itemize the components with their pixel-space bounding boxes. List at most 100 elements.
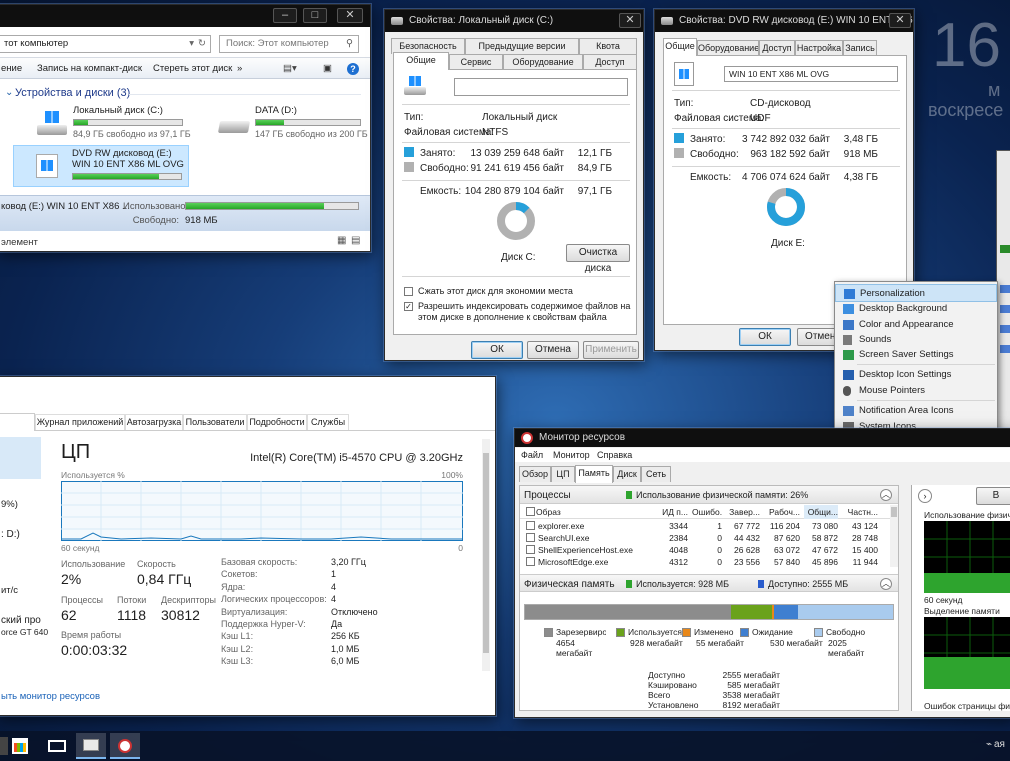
tiles-view-icon[interactable]: ▤ [351, 235, 360, 246]
tab-hardware[interactable]: Оборудование [697, 40, 759, 56]
tm-scrollbar[interactable] [482, 439, 490, 671]
ok-button[interactable]: ОК [739, 328, 791, 346]
group-chevron-icon[interactable]: ⌄ [5, 87, 13, 98]
tab-users[interactable]: Пользователи [183, 414, 247, 430]
table-row[interactable]: ShellExperienceHost.exe 4048 0 26 628 63 072… [520, 544, 890, 556]
dvd-big-icon [674, 62, 694, 86]
speaker-icon [843, 335, 852, 345]
compress-checkbox[interactable] [404, 287, 413, 296]
collapse-chevron-icon[interactable]: ︿ [880, 489, 892, 501]
tab-overview[interactable]: Обзор [519, 466, 551, 482]
row-checkbox[interactable] [526, 557, 535, 566]
volume-name-input[interactable] [454, 78, 628, 96]
memory-segment [525, 605, 732, 619]
refresh-icon[interactable]: ↻ [198, 36, 206, 52]
help-icon[interactable]: ? [347, 63, 359, 75]
apply-button[interactable]: Применить [583, 341, 639, 359]
maximize-button[interactable]: □ [303, 8, 327, 23]
tab-memory[interactable]: Память [575, 465, 613, 483]
store-icon[interactable] [12, 738, 28, 754]
taskbar-item-partial[interactable] [0, 737, 8, 755]
cleanup-button[interactable]: Очистка диска [566, 244, 630, 274]
capacity-bytes: 104 280 879 104 байт [464, 186, 564, 197]
details-view-icon[interactable]: ▦ [337, 235, 346, 246]
tab-performance[interactable] [0, 413, 35, 431]
cmd-more[interactable]: » [237, 58, 242, 80]
network-icon[interactable]: ⌁ [986, 739, 992, 750]
table-row[interactable]: SearchUI.exe 2384 0 44 432 87 620 58 872 28 74… [520, 532, 890, 544]
tab-customize[interactable]: Настройка [795, 40, 843, 56]
row-checkbox[interactable] [526, 521, 535, 530]
properties-e-title: Свойства: DVD RW дисковод (E:) WIN 10 EN… [679, 15, 913, 26]
mail-icon[interactable] [48, 740, 66, 752]
collapse-chevron-icon[interactable]: ︿ [880, 578, 892, 590]
tab-recording[interactable]: Запись [843, 40, 877, 56]
search-input[interactable]: Поиск: Этот компьютер ⚲ [219, 35, 359, 53]
cancel-button[interactable]: Отмена [527, 341, 579, 359]
preview-pane-icon[interactable]: ▣ [323, 58, 332, 80]
menu-item-mouse-pointers[interactable]: Mouse Pointers [835, 382, 997, 400]
table-row[interactable]: MicrosoftEdge.exe 4312 0 23 556 57 840 45 896… [520, 556, 890, 568]
tab-network[interactable]: Сеть [641, 466, 671, 482]
column-header[interactable]: Частн... [842, 505, 878, 519]
index-checkbox[interactable]: ✓ [404, 302, 413, 311]
views-button[interactable]: В [976, 487, 1010, 505]
view-menu-icon[interactable]: ▤▾ [283, 58, 297, 80]
column-header[interactable]: Образ [536, 505, 662, 519]
phys-memory-header[interactable]: Физическая память Используется: 928 МБ Д… [520, 574, 898, 592]
drive-d-item[interactable]: DATA (D:) 147 ГБ свободно из 200 ГБ [217, 105, 369, 143]
tab-sharing[interactable]: Доступ [759, 40, 795, 56]
memory-legend: Зарезервировано аппаратно4654 мегабайтИс… [524, 626, 898, 666]
column-header[interactable]: Рабоч... [764, 505, 800, 519]
chevron-down-icon[interactable]: ▾ [189, 36, 194, 52]
taskbar-explorer-button[interactable] [76, 733, 106, 759]
tab-general[interactable]: Общие [663, 38, 697, 56]
search-icon[interactable]: ⚲ [346, 36, 353, 52]
volume-name-input[interactable]: WIN 10 ENT X86 ML OVG [724, 66, 898, 82]
column-header[interactable]: ИД п... [656, 505, 688, 519]
taskbar-resmon-button[interactable] [110, 733, 140, 759]
minimize-button[interactable]: – [273, 8, 297, 23]
tab-disk[interactable]: Диск [613, 466, 641, 482]
cmd-erase[interactable]: Стереть этот диск [153, 58, 232, 80]
address-bar[interactable]: тот компьютер ▾ ↻ [0, 35, 211, 53]
tab-services[interactable]: Службы [307, 414, 349, 430]
capacity-short: 97,1 ГБ [577, 186, 612, 197]
open-resource-monitor-link[interactable]: ыть монитор ресурсов [1, 691, 100, 702]
menu-help[interactable]: Справка [597, 448, 632, 462]
process-scrollbar[interactable] [890, 505, 898, 567]
close-button[interactable]: ✕ [337, 8, 363, 23]
cmd-burn[interactable]: Запись на компакт-диск [37, 58, 142, 80]
menu-item-screensaver[interactable]: Screen Saver Settings [835, 346, 997, 364]
tm-cpu-nav-item[interactable] [0, 437, 41, 479]
tab-sharing[interactable]: Доступ [583, 54, 637, 70]
desktop-date-line1: м [988, 80, 1001, 100]
column-header[interactable]: Общи... [804, 505, 838, 519]
menu-file[interactable]: Файл [521, 448, 543, 462]
tab-cpu[interactable]: ЦП [551, 466, 575, 482]
tab-startup[interactable]: Автозагрузка [125, 414, 183, 430]
menu-monitor[interactable]: Монитор [553, 448, 590, 462]
graph-time-label: 60 секунд [924, 595, 963, 605]
tab-general[interactable]: Общие [393, 52, 449, 70]
row-checkbox[interactable] [526, 533, 535, 542]
drive-e-item[interactable]: DVD RW дисковод (E:) WIN 10 ENT X86 ML O… [13, 145, 189, 187]
close-button[interactable]: ✕ [889, 13, 911, 28]
processes-header[interactable]: Процессы Использование физической памяти… [520, 486, 898, 504]
expand-panel-icon[interactable]: › [918, 489, 932, 503]
column-header[interactable]: Ошибо... [692, 505, 722, 519]
tab-hardware[interactable]: Оборудование [503, 54, 583, 70]
tab-app-history[interactable]: Журнал приложений [35, 414, 125, 430]
table-cell: explorer.exe [538, 521, 585, 531]
row-checkbox[interactable] [526, 545, 535, 554]
select-all-checkbox[interactable] [526, 507, 535, 516]
column-header[interactable]: Завер... [726, 505, 760, 519]
tab-tools[interactable]: Сервис [449, 54, 503, 70]
close-button[interactable]: ✕ [619, 13, 641, 28]
ok-button[interactable]: ОК [471, 341, 523, 359]
tab-details[interactable]: Подробности [247, 414, 307, 430]
table-row[interactable]: explorer.exe 3344 1 67 772 116 204 73 080 43 1… [520, 520, 890, 532]
summary-value: 3538 мегабайт [722, 690, 780, 700]
drive-c-item[interactable]: Локальный диск (C:) 84,9 ГБ свободно из … [37, 105, 237, 143]
cmd-eject[interactable]: ение [1, 58, 22, 80]
